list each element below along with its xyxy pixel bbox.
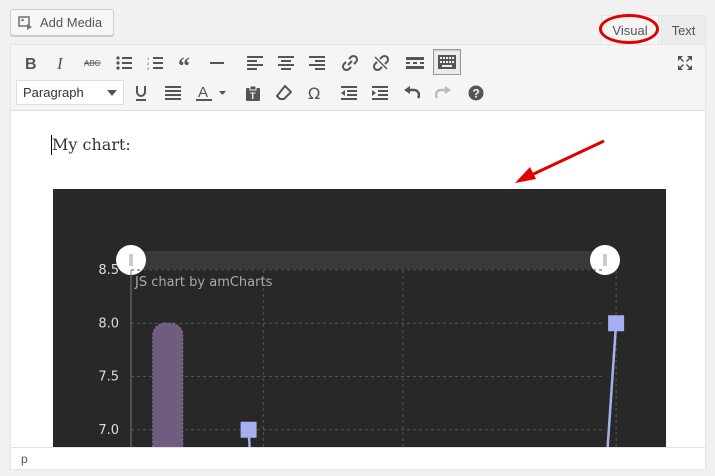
clear-formatting-button[interactable] bbox=[270, 80, 298, 106]
align-left-button[interactable] bbox=[241, 50, 269, 76]
editor-content[interactable]: My chart: 8.5 8.0 7.5 7.0 JS chart by amCha… bbox=[11, 111, 705, 447]
blockquote-icon: “ bbox=[178, 57, 190, 69]
bold-icon: B bbox=[25, 56, 37, 71]
link-button[interactable] bbox=[336, 50, 364, 76]
justify-icon bbox=[165, 86, 181, 100]
text-color-icon: A bbox=[196, 84, 226, 101]
chart-credit: JS chart by amCharts bbox=[135, 275, 273, 290]
y-tick-label: 8.0 bbox=[98, 316, 119, 331]
align-right-icon bbox=[309, 56, 325, 70]
italic-button[interactable]: I bbox=[48, 50, 76, 76]
chart: 8.5 8.0 7.5 7.0 JS chart by amCharts bbox=[53, 189, 666, 447]
align-right-button[interactable] bbox=[303, 50, 331, 76]
underline-icon bbox=[136, 86, 146, 101]
align-center-icon bbox=[278, 56, 294, 70]
editor-toolbar: B I ABC 123 “ bbox=[11, 45, 705, 111]
fullscreen-icon bbox=[678, 56, 692, 70]
link-icon bbox=[341, 54, 359, 72]
svg-text:?: ? bbox=[473, 87, 480, 101]
strikethrough-button[interactable]: ABC bbox=[79, 50, 107, 76]
paragraph: My chart: bbox=[52, 135, 131, 154]
chevron-down-icon bbox=[107, 90, 117, 96]
svg-text:A: A bbox=[198, 84, 208, 101]
redo-button[interactable] bbox=[429, 80, 457, 106]
numbered-list-button[interactable]: 123 bbox=[141, 50, 169, 76]
svg-text:3: 3 bbox=[147, 66, 150, 70]
format-select[interactable]: Paragraph bbox=[16, 80, 124, 105]
indent-button[interactable] bbox=[366, 80, 394, 106]
svg-text:I: I bbox=[56, 55, 64, 71]
svg-text:Ω: Ω bbox=[308, 85, 320, 101]
bold-button[interactable]: B bbox=[17, 50, 45, 76]
bullet-list-icon bbox=[116, 56, 132, 70]
y-tick-label: 7.5 bbox=[98, 370, 119, 385]
add-media-label: Add Media bbox=[40, 15, 103, 30]
justify-button[interactable] bbox=[159, 80, 187, 106]
strikethrough-icon: ABC bbox=[84, 59, 101, 68]
special-character-icon: Ω bbox=[308, 85, 320, 101]
align-left-icon bbox=[247, 56, 263, 70]
fullscreen-button[interactable] bbox=[671, 50, 699, 76]
help-button[interactable]: ? bbox=[462, 80, 490, 106]
outdent-button[interactable] bbox=[335, 80, 363, 106]
read-more-button[interactable] bbox=[401, 50, 429, 76]
tab-text[interactable]: Text bbox=[661, 15, 706, 44]
horizontal-line-button[interactable] bbox=[203, 50, 231, 76]
tab-visual[interactable]: Visual bbox=[601, 15, 659, 44]
blockquote-button[interactable]: “ bbox=[172, 50, 200, 76]
horizontal-line-icon bbox=[210, 62, 224, 64]
y-tick-label: 8.5 bbox=[98, 263, 119, 278]
svg-text:B: B bbox=[25, 56, 37, 71]
unlink-button[interactable] bbox=[367, 50, 395, 76]
outdent-icon bbox=[341, 86, 357, 100]
clear-formatting-icon bbox=[276, 85, 292, 100]
tab-visual-label: Visual bbox=[612, 22, 648, 38]
element-path[interactable]: p bbox=[21, 452, 28, 466]
svg-text:T: T bbox=[250, 91, 256, 101]
italic-icon: I bbox=[56, 55, 64, 71]
numbered-list-icon: 123 bbox=[147, 56, 163, 70]
undo-button[interactable] bbox=[398, 80, 426, 106]
chart-scrollbar bbox=[131, 251, 605, 269]
paste-text-button[interactable]: T bbox=[239, 80, 267, 106]
indent-icon bbox=[372, 86, 388, 100]
svg-text:“: “ bbox=[178, 57, 190, 69]
redo-icon bbox=[435, 86, 451, 99]
bullet-list-button[interactable] bbox=[110, 50, 138, 76]
underline-button[interactable] bbox=[127, 80, 155, 106]
column-bar bbox=[152, 322, 184, 447]
help-icon: ? bbox=[468, 85, 484, 101]
text-color-button[interactable]: A bbox=[191, 80, 231, 106]
align-center-button[interactable] bbox=[272, 50, 300, 76]
line-point bbox=[240, 421, 257, 438]
toolbar-toggle-icon bbox=[438, 55, 456, 69]
annotation-arrow bbox=[515, 139, 605, 183]
unlink-icon bbox=[372, 54, 390, 72]
format-select-value: Paragraph bbox=[23, 85, 84, 100]
editor: B I ABC 123 “ bbox=[10, 44, 706, 470]
paste-text-icon: T bbox=[246, 85, 260, 101]
status-bar: p bbox=[11, 447, 705, 469]
toolbar-toggle-button[interactable] bbox=[433, 49, 461, 75]
read-more-icon bbox=[406, 57, 424, 69]
tab-text-label: Text bbox=[671, 22, 696, 38]
special-character-button[interactable]: Ω bbox=[302, 80, 330, 106]
line-point bbox=[608, 315, 625, 332]
chart-svg: 8.5 8.0 7.5 7.0 bbox=[98, 245, 625, 447]
y-tick-label: 7.0 bbox=[98, 423, 119, 438]
add-media-button[interactable]: Add Media bbox=[10, 9, 114, 36]
media-icon bbox=[18, 15, 32, 30]
undo-icon bbox=[404, 86, 420, 99]
series-line bbox=[606, 323, 618, 447]
